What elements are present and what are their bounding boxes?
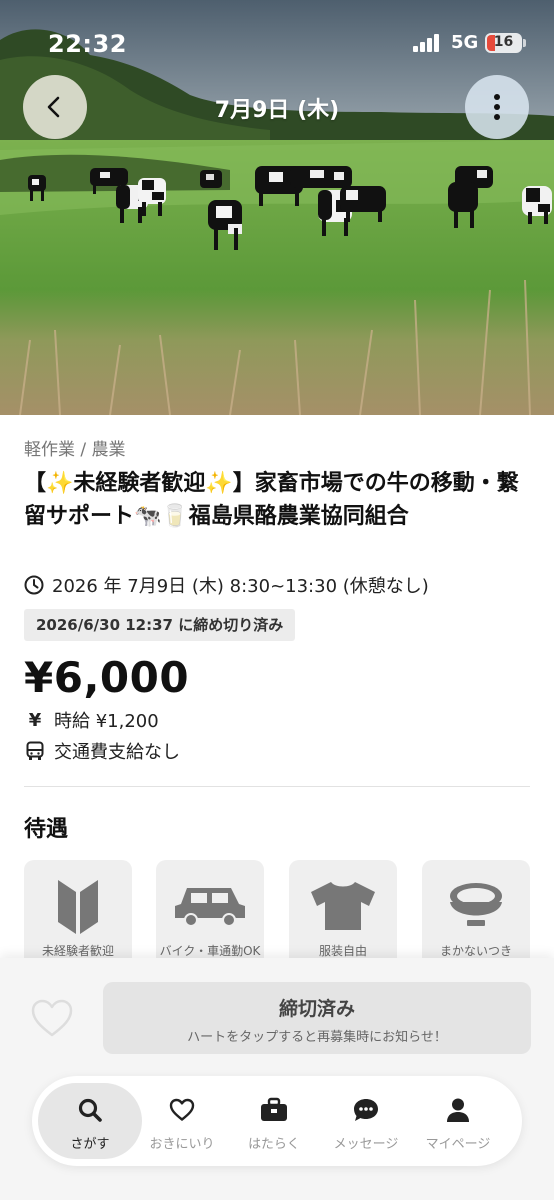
benefit-label: まかないつき bbox=[439, 944, 512, 958]
signal-icon bbox=[413, 34, 443, 52]
job-datetime-row: 2026 年 7月9日 (木) 8:30~13:30 (休憩なし) bbox=[24, 572, 429, 598]
favorite-button[interactable] bbox=[28, 996, 76, 1040]
tab-search[interactable]: さがす bbox=[38, 1083, 142, 1159]
more-vertical-icon bbox=[494, 94, 500, 120]
job-category[interactable]: 軽作業 / 農業 bbox=[24, 435, 126, 460]
clock-icon bbox=[24, 575, 44, 595]
benefit-item: 服装自由 bbox=[289, 860, 397, 970]
closed-status-button[interactable]: 締切済み ハートをタップすると再募集時にお知らせ！ bbox=[103, 982, 531, 1054]
beginner-mark-icon bbox=[58, 880, 98, 934]
network-type: 5G bbox=[451, 32, 479, 53]
more-options-button[interactable] bbox=[465, 75, 529, 139]
benefit-item: バイク・車通勤OK bbox=[156, 860, 264, 970]
tab-label: メッセージ bbox=[333, 1137, 399, 1152]
tab-label: おきにいり bbox=[149, 1137, 215, 1152]
job-price: ¥6,000 bbox=[24, 653, 190, 702]
benefits-list: 未経験者歓迎 バイク・車通勤OK 服装自由 まかないつき bbox=[24, 860, 554, 970]
bottom-action-bar: 締切済み ハートをタップすると再募集時にお知らせ！ さがす おきにいり はたらく… bbox=[0, 958, 554, 1200]
heart-outline-icon bbox=[31, 999, 73, 1037]
battery-level: 16 bbox=[493, 34, 514, 50]
deadline-badge: 2026/6/30 12:37 に締め切り済み bbox=[24, 609, 296, 641]
job-title: 【✨未経験者歓迎✨】家畜市場での牛の移動・繋留サポート🐄🥛福島県酪農業協同組合 bbox=[24, 471, 519, 529]
transport-allowance: 交通費支給なし bbox=[54, 742, 180, 763]
status-bar: 22:32 5G 16 bbox=[0, 0, 554, 90]
hourly-wage: 時給 ¥1,200 bbox=[54, 711, 159, 732]
benefit-item: まかないつき bbox=[422, 860, 530, 970]
closed-button-label: 締切済み bbox=[278, 998, 355, 1020]
search-icon bbox=[78, 1098, 102, 1122]
divider bbox=[24, 786, 530, 787]
closed-button-sublabel: ハートをタップすると再募集時にお知らせ！ bbox=[187, 1030, 447, 1045]
battery-icon: 16 bbox=[485, 33, 522, 53]
benefits-section-title: 待遇 bbox=[24, 817, 69, 842]
battery-tip bbox=[523, 39, 526, 47]
status-time: 22:32 bbox=[48, 30, 127, 58]
rice-bowl-icon bbox=[450, 883, 502, 926]
heart-icon bbox=[169, 1098, 195, 1121]
job-datetime: 2026 年 7月9日 (木) 8:30~13:30 (休憩なし) bbox=[52, 576, 429, 597]
hourly-wage-row: ¥ 時給 ¥1,200 bbox=[24, 707, 159, 733]
tab-work[interactable]: はたらく bbox=[222, 1083, 326, 1159]
tab-mypage[interactable]: マイページ bbox=[406, 1083, 510, 1159]
benefit-label: 服装自由 bbox=[318, 944, 367, 958]
tab-bar: さがす おきにいり はたらく メッセージ マイページ bbox=[32, 1076, 522, 1166]
yen-icon: ¥ bbox=[28, 709, 42, 731]
tab-label: はたらく bbox=[248, 1137, 300, 1152]
benefit-label: バイク・車通勤OK bbox=[159, 944, 261, 958]
tshirt-icon bbox=[311, 882, 375, 930]
chat-icon bbox=[354, 1099, 378, 1121]
car-icon bbox=[175, 888, 245, 927]
bus-icon bbox=[24, 741, 46, 761]
benefit-label: 未経験者歓迎 bbox=[41, 944, 114, 958]
briefcase-icon bbox=[261, 1097, 287, 1121]
tab-label: マイページ bbox=[425, 1137, 491, 1152]
tab-messages[interactable]: メッセージ bbox=[314, 1083, 418, 1159]
transport-row: 交通費支給なし bbox=[24, 738, 180, 764]
benefit-item: 未経験者歓迎 bbox=[24, 860, 132, 970]
tab-favorites[interactable]: おきにいり bbox=[130, 1083, 234, 1159]
tab-label: さがす bbox=[70, 1137, 110, 1152]
person-icon bbox=[447, 1098, 469, 1122]
